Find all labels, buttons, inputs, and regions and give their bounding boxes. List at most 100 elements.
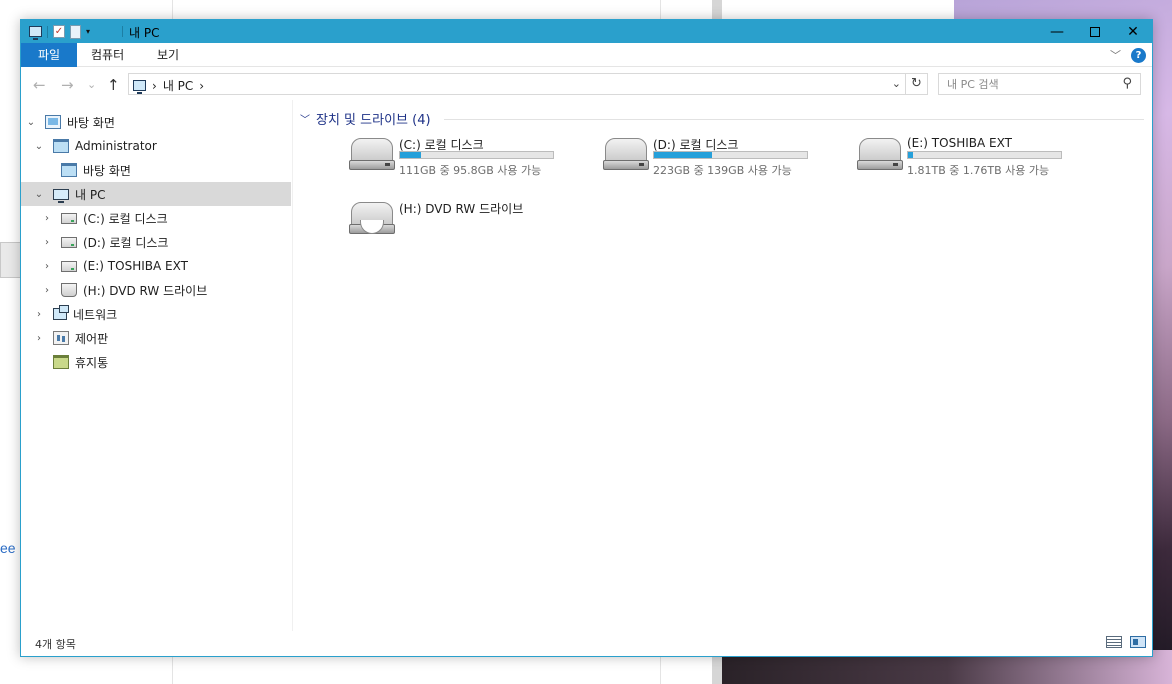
nav-item-drive-c[interactable]: › (C:) 로컬 디스크 — [21, 206, 291, 230]
expand-icon[interactable]: › — [33, 333, 45, 344]
recent-locations-button[interactable]: ⌄ — [87, 78, 96, 91]
drive-usage-fill — [908, 152, 913, 158]
back-button[interactable]: ← — [33, 76, 46, 94]
forward-button[interactable]: → — [61, 76, 74, 94]
close-button[interactable]: ✕ — [1114, 20, 1152, 43]
nav-item-label: 바탕 화면 — [83, 163, 131, 178]
nav-item-label: Administrator — [75, 139, 157, 153]
up-button[interactable]: ↑ — [107, 76, 120, 94]
expand-icon[interactable]: › — [41, 261, 53, 272]
drive-tile-e[interactable]: (E:) TOSHIBA EXT 1.81TB 중 1.76TB 사용 가능 — [857, 136, 1067, 180]
drive-usage-fill — [400, 152, 422, 158]
control-panel-icon — [53, 331, 69, 345]
properties-icon[interactable]: ✓ — [53, 25, 65, 38]
dvd-drive-icon — [61, 283, 77, 297]
tab-file[interactable]: 파일 — [21, 43, 77, 67]
title-bar[interactable]: ✓ ▾ 내 PC — ✕ — [21, 20, 1152, 43]
drive-free-space: 111GB 중 95.8GB 사용 가능 — [399, 164, 542, 177]
expand-icon[interactable]: › — [41, 213, 53, 224]
nav-item-label: (C:) 로컬 디스크 — [83, 211, 168, 226]
desktop-icon — [45, 115, 61, 129]
maximize-button[interactable] — [1076, 20, 1114, 43]
group-label: 장치 및 드라이브 (4) — [316, 113, 431, 128]
drive-tile-c[interactable]: (C:) 로컬 디스크 111GB 중 95.8GB 사용 가능 — [349, 136, 559, 180]
nav-item-drive-e[interactable]: › (E:) TOSHIBA EXT — [21, 254, 291, 278]
drive-usage-bar — [399, 151, 554, 159]
tab-computer[interactable]: 컴퓨터 — [91, 43, 124, 67]
background-link-fragment[interactable]: ee — [0, 540, 16, 556]
drive-name: (H:) DVD RW 드라이브 — [399, 202, 524, 216]
drive-usage-fill — [654, 152, 713, 158]
search-input[interactable] — [939, 74, 1115, 94]
expand-icon[interactable]: ⌄ — [25, 117, 37, 128]
collapse-group-icon[interactable]: ﹀ — [300, 111, 310, 126]
nav-item-this-pc[interactable]: ⌄ 내 PC — [21, 182, 291, 206]
nav-item-drive-d[interactable]: › (D:) 로컬 디스크 — [21, 230, 291, 254]
nav-item-network[interactable]: › 네트워크 — [21, 302, 291, 326]
breadcrumb-item-this-pc[interactable]: 내 PC — [163, 77, 193, 94]
drive-free-space: 1.81TB 중 1.76TB 사용 가능 — [907, 164, 1050, 177]
nav-item-label: 휴지통 — [75, 355, 109, 370]
hard-drive-icon — [349, 136, 395, 172]
folder-icon — [61, 163, 77, 177]
expand-icon[interactable]: ⌄ — [33, 141, 45, 152]
address-row: ← → ⌄ ↑ › 내 PC › ⌄ ↻ ⚲ — [21, 68, 1152, 100]
item-count: 4개 항목 — [35, 638, 76, 651]
expand-icon[interactable]: › — [41, 237, 53, 248]
group-header-devices[interactable]: ﹀ 장치 및 드라이브 (4) — [300, 109, 431, 128]
maximize-icon — [1090, 26, 1100, 37]
view-switcher — [1106, 636, 1146, 648]
breadcrumb-separator[interactable]: › — [152, 79, 157, 93]
expand-icon[interactable]: › — [33, 309, 45, 320]
toolbar-separator — [47, 25, 48, 38]
nav-item-desktop-folder[interactable]: 바탕 화면 — [21, 158, 291, 182]
address-bar[interactable]: › 내 PC › ⌄ ↻ — [128, 73, 928, 95]
nav-item-control-panel[interactable]: › 제어판 — [21, 326, 291, 350]
breadcrumb: › 내 PC › — [133, 77, 204, 94]
nav-item-recycle-bin[interactable]: 휴지통 — [21, 350, 291, 374]
nav-item-label: (H:) DVD RW 드라이브 — [83, 283, 208, 298]
dvd-drive-icon — [349, 200, 395, 236]
window-controls: — ✕ — [1038, 20, 1152, 43]
drive-icon — [61, 236, 77, 248]
nav-item-label: 내 PC — [75, 187, 106, 202]
drive-tile-h[interactable]: (H:) DVD RW 드라이브 — [349, 200, 559, 244]
details-view-icon[interactable] — [1106, 636, 1122, 648]
background-fragment — [0, 242, 22, 278]
pc-icon[interactable] — [29, 26, 42, 40]
nav-item-drive-h[interactable]: › (H:) DVD RW 드라이브 — [21, 278, 291, 302]
title-separator — [122, 26, 123, 37]
quick-access-toolbar: ✓ ▾ — [29, 23, 90, 40]
nav-item-label: 바탕 화면 — [67, 115, 115, 130]
pc-icon — [53, 188, 69, 203]
new-folder-icon[interactable] — [70, 24, 81, 39]
address-dropdown-icon[interactable]: ⌄ — [892, 77, 901, 90]
drive-free-space: 223GB 중 139GB 사용 가능 — [653, 164, 792, 177]
drive-icon — [61, 260, 77, 272]
ribbon-right-controls: ﹀ ? — [1110, 47, 1146, 63]
window-title: 내 PC — [129, 26, 160, 40]
quick-access-dropdown-icon[interactable]: ▾ — [86, 27, 90, 36]
nav-item-label: 제어판 — [75, 331, 109, 346]
large-icons-view-icon[interactable] — [1130, 636, 1146, 648]
navigation-pane: ⌄ 바탕 화면 ⌄ Administrator 바탕 화면 ⌄ 내 PC › (… — [21, 100, 293, 632]
tab-view[interactable]: 보기 — [157, 43, 179, 67]
nav-item-administrator[interactable]: ⌄ Administrator — [21, 134, 291, 158]
expand-icon[interactable]: › — [41, 285, 53, 296]
refresh-icon[interactable]: ↻ — [905, 74, 927, 94]
ribbon-tabs: 파일 컴퓨터 보기 ﹀ ? — [21, 43, 1152, 67]
drive-usage-bar — [653, 151, 808, 159]
recycle-bin-icon — [53, 355, 69, 369]
help-icon[interactable]: ? — [1131, 47, 1146, 63]
hard-drive-icon — [603, 136, 649, 172]
nav-item-desktop[interactable]: ⌄ 바탕 화면 — [21, 110, 291, 134]
hard-drive-icon — [857, 136, 903, 172]
search-icon[interactable]: ⚲ — [1122, 76, 1132, 91]
drive-icon — [61, 212, 77, 224]
minimize-button[interactable]: — — [1038, 20, 1076, 43]
expand-ribbon-icon[interactable]: ﹀ — [1110, 47, 1121, 63]
drive-tile-d[interactable]: (D:) 로컬 디스크 223GB 중 139GB 사용 가능 — [603, 136, 813, 180]
expand-icon[interactable]: ⌄ — [33, 189, 45, 200]
nav-item-label: 네트워크 — [73, 307, 118, 322]
breadcrumb-separator[interactable]: › — [199, 79, 204, 93]
